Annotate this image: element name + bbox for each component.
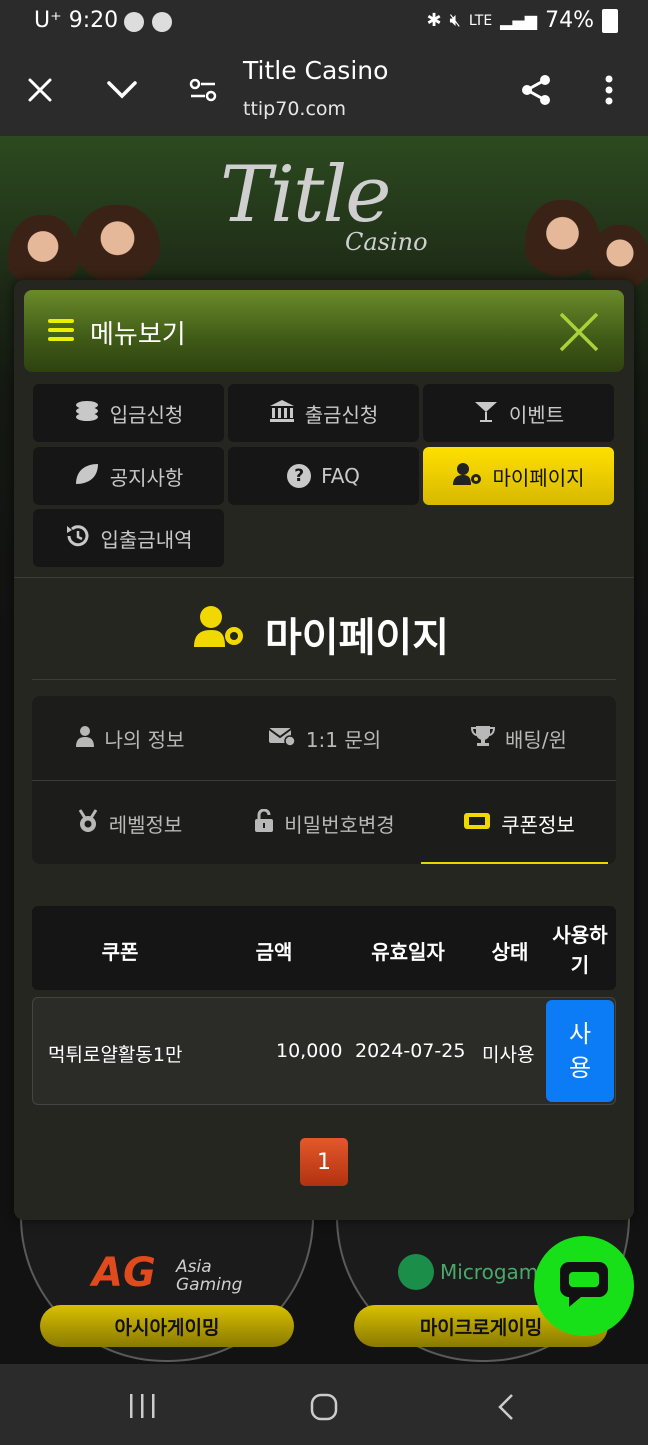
menu-item-label: 공지사항	[109, 465, 184, 490]
history-icon	[65, 523, 91, 554]
microgaming-logo-icon	[398, 1254, 434, 1290]
battery-icon	[602, 8, 618, 33]
mypage-title: 마이페이지	[265, 615, 449, 661]
coupon-expiry: 2024-07-25	[355, 1040, 466, 1062]
leaf-icon	[74, 462, 100, 491]
menu-item-transaction-history[interactable]: 입출금내역	[33, 509, 224, 567]
menu-item-label: 출금신청	[304, 402, 379, 427]
bank-icon	[269, 399, 295, 428]
status-time: U⁺ 9:20	[34, 8, 119, 33]
header-status: 상태	[491, 940, 529, 964]
browser-toolbar: Title Casino ttip70.com	[0, 44, 648, 136]
coupon-name: 먹튀로얄활동1만	[48, 1044, 183, 1066]
tab-label: 나의 정보	[104, 727, 185, 752]
menu-title: 메뉴보기	[90, 320, 186, 350]
question-icon: ?	[287, 464, 312, 488]
asia-gaming-button[interactable]: 아시아게이밍	[40, 1305, 294, 1347]
menu-item-label: 마이페이지	[492, 465, 585, 490]
tab-my-info[interactable]: 나의 정보	[32, 696, 227, 780]
ticket-icon	[463, 811, 491, 836]
pagination-page-button[interactable]: 1	[300, 1138, 348, 1186]
cocktail-icon	[473, 399, 499, 428]
asia-gaming-logo-sub: Asia Gaming	[176, 1257, 243, 1295]
tab-coupon-info[interactable]: 쿠폰정보	[422, 781, 616, 865]
hamburger-icon	[48, 318, 74, 346]
status-bar: U⁺ 9:20 ✱ 🔇︎ LTE ▂▄▆ 74%	[0, 0, 648, 44]
header-coupon: 쿠폰	[101, 940, 139, 964]
status-right: ✱ 🔇︎ LTE ▂▄▆ 74%	[426, 8, 618, 33]
share-icon[interactable]	[514, 68, 558, 112]
recent-apps-icon[interactable]	[128, 1392, 158, 1424]
coins-icon	[74, 399, 100, 428]
menu-item-faq[interactable]: ? FAQ	[228, 447, 419, 505]
menu-item-deposit[interactable]: 입금신청	[33, 384, 224, 442]
trophy-icon	[471, 725, 496, 752]
envelope-check-icon	[268, 725, 296, 752]
chat-button[interactable]	[534, 1236, 634, 1336]
user-icon	[75, 725, 95, 752]
tab-level-info[interactable]: 레벨정보	[32, 781, 227, 865]
header-amount: 금액	[255, 940, 293, 964]
chat-bubble-icon	[557, 1258, 611, 1314]
tab-inquiry[interactable]: 1:1 문의	[227, 696, 422, 780]
lock-icon	[254, 808, 274, 838]
page-title: Title Casino	[243, 56, 389, 85]
menu-item-mypage[interactable]: 마이페이지	[423, 447, 614, 505]
app-notification-icon	[152, 12, 172, 32]
use-coupon-button[interactable]: 사용	[546, 1000, 614, 1102]
tab-change-password[interactable]: 비밀번호변경	[227, 781, 422, 865]
menu-item-label: FAQ	[321, 464, 360, 488]
tab-label: 1:1 문의	[305, 727, 382, 752]
site-logo-sub: Casino	[345, 228, 428, 256]
menu-item-event[interactable]: 이벤트	[423, 384, 614, 442]
network-label: LTE	[468, 12, 493, 29]
mypage-title-divider	[32, 679, 616, 680]
coupon-amount: 10,000	[276, 1040, 343, 1062]
home-icon[interactable]	[309, 1392, 339, 1426]
menu-item-label: 이벤트	[508, 402, 565, 427]
chevron-down-icon[interactable]	[100, 68, 144, 112]
site-logo[interactable]: Title	[220, 150, 391, 240]
page-url[interactable]: ttip70.com	[243, 98, 346, 120]
menu-close-icon[interactable]	[558, 311, 600, 357]
active-tab-indicator	[421, 862, 608, 864]
tab-label: 레벨정보	[108, 812, 183, 837]
close-icon[interactable]	[18, 68, 62, 112]
user-cog-icon	[452, 462, 483, 491]
battery-label: 74%	[545, 8, 594, 33]
menu-divider	[14, 577, 634, 578]
tab-label: 쿠폰정보	[501, 812, 575, 837]
mypage-title-icon	[194, 605, 246, 653]
coupon-status: 미사용	[482, 1044, 535, 1066]
more-vert-icon[interactable]	[587, 68, 631, 112]
header-use: 사용하기	[552, 923, 608, 977]
header-expiry: 유효일자	[371, 940, 445, 964]
back-icon[interactable]	[494, 1392, 518, 1426]
menu-item-label: 입출금내역	[100, 527, 193, 552]
tab-label: 배팅/윈	[505, 727, 567, 752]
tab-betting-win[interactable]: 배팅/윈	[422, 696, 616, 780]
menu-item-label: 입금신청	[109, 402, 184, 427]
bluetooth-icon: ✱	[426, 10, 442, 31]
menu-item-notice[interactable]: 공지사항	[33, 447, 224, 505]
signal-icon: ▂▄▆	[500, 11, 538, 30]
medal-icon	[77, 808, 99, 838]
asia-gaming-logo: AG	[92, 1250, 156, 1296]
use-coupon-label: 사용	[568, 1020, 592, 1082]
system-navigation-bar	[0, 1364, 648, 1445]
tab-label: 비밀번호변경	[284, 812, 395, 837]
site-settings-icon[interactable]	[181, 68, 225, 112]
menu-item-withdraw[interactable]: 출금신청	[228, 384, 419, 442]
chat-notification-icon	[124, 12, 144, 32]
mute-icon: 🔇︎	[449, 10, 461, 31]
